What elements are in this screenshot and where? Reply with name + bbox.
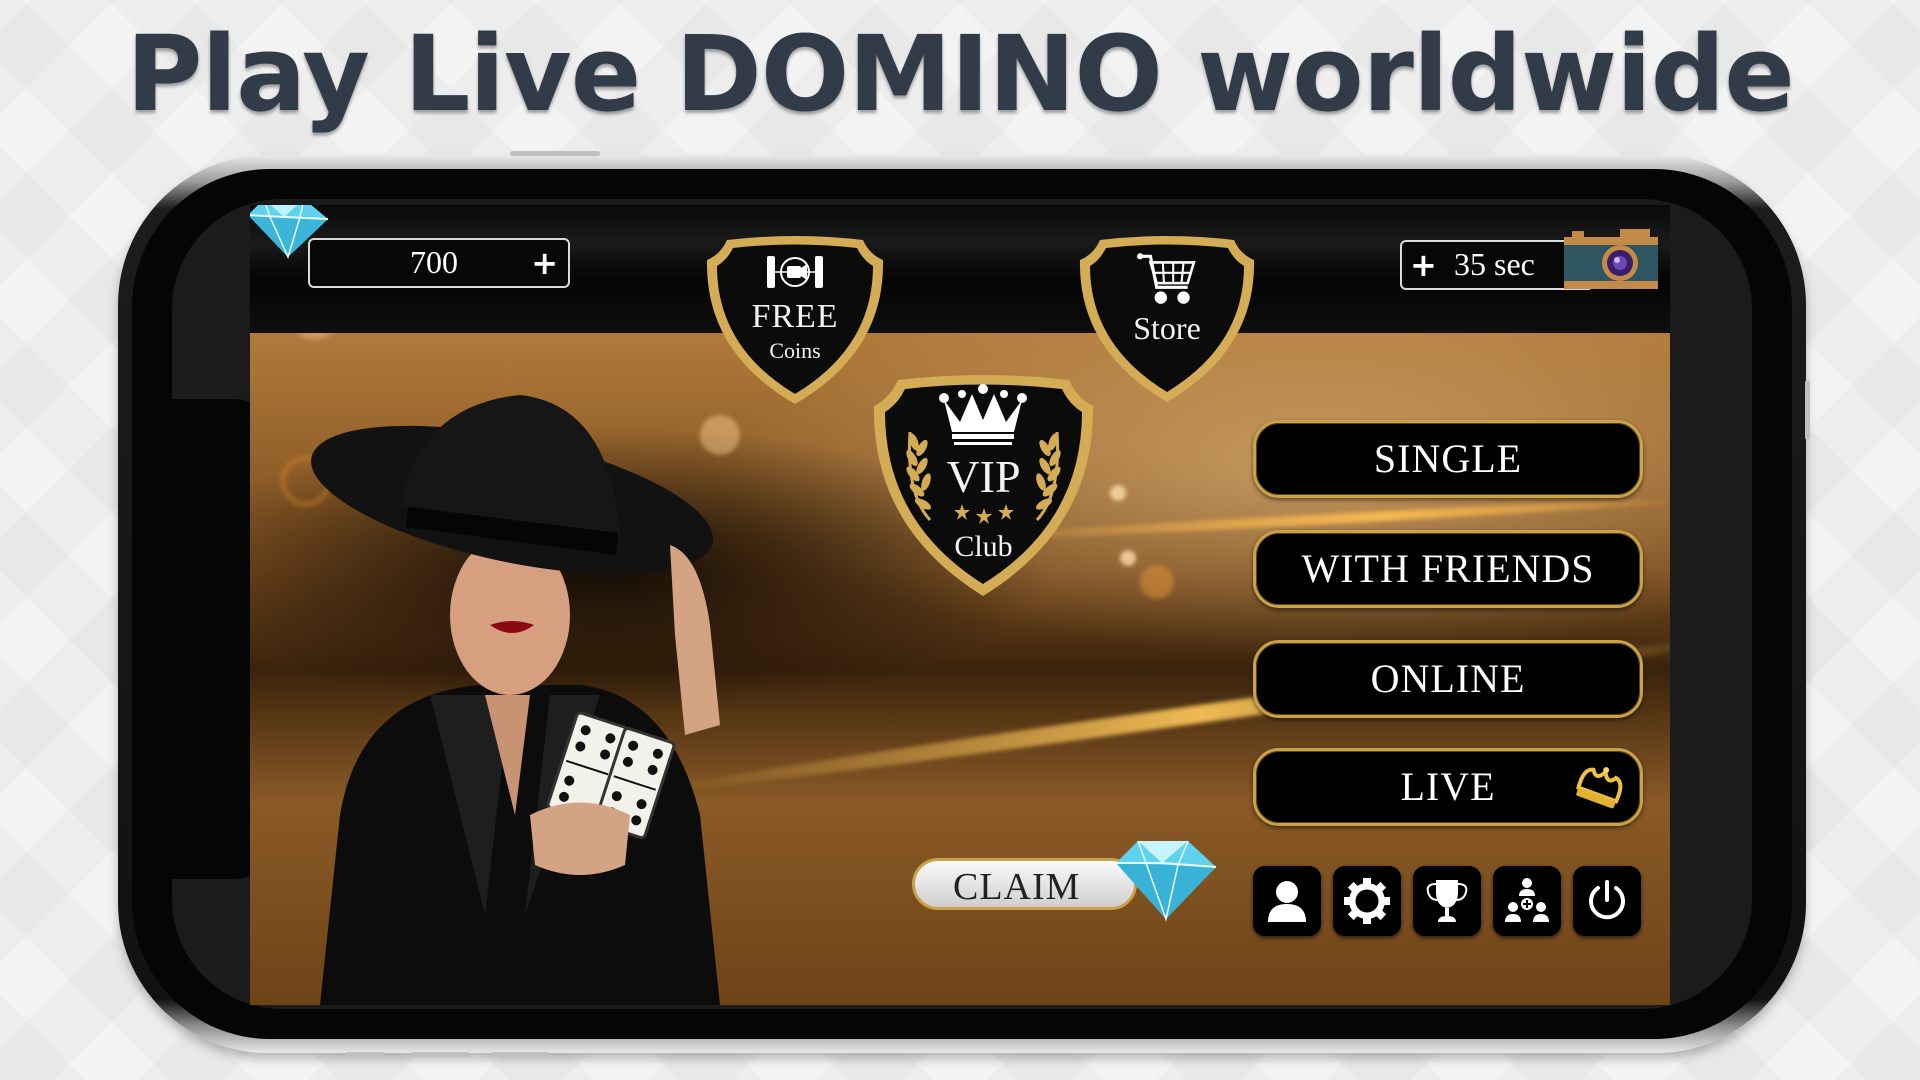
user-icon (1268, 881, 1306, 922)
gear-icon (1344, 878, 1390, 924)
crown-icon (939, 384, 1027, 445)
video-reel-icon (767, 256, 823, 288)
power-icon (1589, 880, 1625, 920)
store-shield-button[interactable]: Store (1078, 232, 1256, 404)
single-mode-button[interactable]: SINGLE (1253, 420, 1643, 498)
vip-subtitle: Club (954, 530, 1013, 563)
settings-button[interactable] (1333, 866, 1401, 936)
live-mode-label: LIVE (1400, 764, 1496, 809)
claim-button[interactable]: CLAIM (912, 858, 1137, 910)
online-mode-label: ONLINE (1370, 656, 1526, 701)
store-title: Store (1133, 310, 1201, 346)
timer-value: 35 sec (1454, 246, 1535, 282)
icon-button-row (1253, 866, 1641, 936)
group-add-icon (1505, 878, 1549, 922)
diamond-icon (250, 205, 329, 260)
bokeh-light (1110, 485, 1126, 501)
trophy-icon (1426, 880, 1468, 922)
with-friends-mode-button[interactable]: WITH FRIENDS (1253, 530, 1643, 608)
diamond-icon (1116, 840, 1217, 922)
with-friends-mode-label: WITH FRIENDS (1301, 546, 1595, 591)
vip-club-shield-button[interactable]: VIP Club (872, 372, 1095, 598)
phone-volume-button (345, 1052, 385, 1057)
phone-side-button (510, 151, 600, 156)
live-mode-button[interactable]: LIVE (1253, 748, 1643, 826)
woman-with-dominoes-illustration (311, 395, 720, 1005)
headline: Play Live DOMINO worldwide (126, 13, 1795, 135)
claim-label: CLAIM (953, 866, 1081, 908)
leaderboard-button[interactable] (1413, 866, 1481, 936)
free-coins-shield-button[interactable]: FREE Coins (705, 232, 885, 407)
gold-crown-icon (1576, 767, 1623, 809)
add-diamonds-button[interactable]: + (531, 244, 558, 282)
phone-volume-button (490, 1052, 550, 1057)
online-mode-button[interactable]: ONLINE (1253, 640, 1643, 718)
vip-title: VIP (946, 451, 1021, 502)
profile-button[interactable] (1253, 866, 1321, 936)
free-coins-subtitle: Coins (769, 338, 821, 363)
diamond-counter: 700 + (308, 238, 570, 288)
camera-icon[interactable] (1560, 227, 1662, 291)
free-coins-title: FREE (751, 298, 839, 335)
bokeh-light (1120, 550, 1136, 566)
game-screen: 700 + + 35 sec FREE Coins Store VIP Club… (250, 205, 1670, 1005)
single-mode-label: SINGLE (1373, 436, 1523, 481)
power-button[interactable] (1573, 866, 1641, 936)
diamond-count: 700 (410, 244, 458, 280)
bokeh-light (1140, 565, 1174, 599)
invite-friends-button[interactable] (1493, 866, 1561, 936)
shopping-cart-icon (1137, 253, 1196, 304)
stars-icon (954, 504, 1014, 524)
phone-volume-button (410, 1052, 470, 1057)
phone-side-button (1805, 380, 1810, 440)
add-time-button[interactable]: + (1410, 246, 1437, 284)
